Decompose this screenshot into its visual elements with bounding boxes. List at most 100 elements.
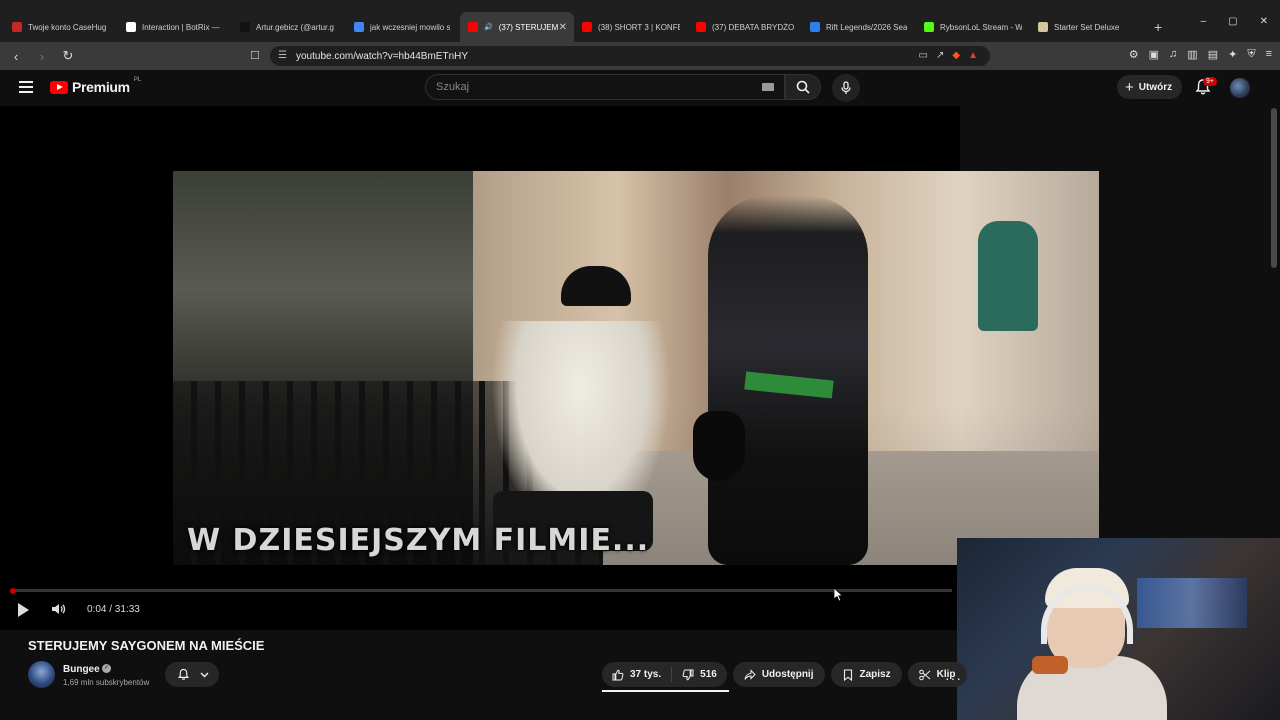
save-label: Zapisz bbox=[859, 669, 891, 680]
youtube-header: Premium PL Szukaj + Utwórz 9+ bbox=[0, 70, 1280, 106]
browser-tab[interactable]: jak wczesniej mowilo s bbox=[346, 12, 460, 42]
browser-tab[interactable]: (38) SHORT 3 | KONFE bbox=[574, 12, 688, 42]
browser-tab[interactable]: RybsonLoL Stream - W bbox=[916, 12, 1030, 42]
tab-favicon-icon bbox=[354, 22, 364, 32]
browser-tabbar: Twoje konto CaseHug Interaction | BotRix … bbox=[0, 0, 1280, 42]
share-button[interactable]: Udostępnij bbox=[732, 662, 825, 687]
site-settings-icon[interactable]: ☰ bbox=[278, 50, 287, 61]
video-subtitle: W DZIESIEJSZYM FILMIE... bbox=[187, 523, 650, 558]
menu-icon[interactable]: ≡ bbox=[1266, 48, 1272, 61]
account-avatar[interactable] bbox=[1230, 78, 1250, 98]
music-icon[interactable]: ♫ bbox=[1169, 48, 1177, 61]
region-code: PL bbox=[133, 77, 142, 83]
browser-tab[interactable]: Artur.gebicz (@artur.g bbox=[232, 12, 346, 42]
subscription-bell-button[interactable] bbox=[165, 662, 219, 687]
progress-bar[interactable] bbox=[12, 589, 952, 592]
browser-tab[interactable]: 🔊 (37) STERUJEM ✕ bbox=[460, 12, 574, 42]
search-input[interactable]: Szukaj bbox=[425, 74, 785, 100]
tab-favicon-icon bbox=[12, 22, 22, 32]
tab-title: (37) DEBATA BRYDŻOW bbox=[712, 22, 794, 32]
microphone-icon bbox=[841, 81, 851, 94]
tab-title: jak wczesniej mowilo s bbox=[370, 22, 451, 32]
vpn-icon[interactable]: ⛨ bbox=[1247, 48, 1255, 61]
tab-title: RybsonLoL Stream - W bbox=[940, 22, 1022, 32]
search-icon bbox=[796, 80, 810, 94]
tab-groups-icon[interactable]: ▣ bbox=[1149, 48, 1159, 61]
address-bar: ‹ › ↻ ☐ ☰ youtube.com/watch?v=hb44BmETnH… bbox=[0, 42, 1280, 70]
channel-avatar[interactable] bbox=[28, 661, 55, 688]
youtube-logo[interactable]: Premium PL bbox=[50, 77, 142, 95]
share-page-icon[interactable]: ↗ bbox=[936, 50, 944, 61]
dislike-count: 516 bbox=[700, 669, 717, 680]
url-field[interactable]: ☰ youtube.com/watch?v=hb44BmETnHY ▭ ↗ ◆ … bbox=[270, 46, 990, 66]
verified-icon: ✓ bbox=[102, 664, 111, 673]
tab-title: Artur.gebicz (@artur.g bbox=[256, 22, 334, 32]
page-scrollbar[interactable] bbox=[1271, 108, 1277, 268]
browser-tab[interactable]: Rift Legends/2026 Sea bbox=[802, 12, 916, 42]
tab-close-icon[interactable]: ✕ bbox=[559, 22, 567, 33]
tab-title: (38) SHORT 3 | KONFE bbox=[598, 22, 680, 32]
wallet-icon[interactable]: ▤ bbox=[1208, 48, 1218, 61]
voice-search-button[interactable] bbox=[832, 74, 860, 102]
browser-tab[interactable]: Twoje konto CaseHug bbox=[4, 12, 118, 42]
share-label: Udostępnij bbox=[761, 669, 814, 680]
reload-icon[interactable]: ↻ bbox=[58, 46, 78, 66]
window-controls: – ▢ ✕ bbox=[1201, 0, 1280, 42]
browser-tab[interactable]: Interaction | BotRix — bbox=[118, 12, 232, 42]
dislike-button[interactable]: 516 bbox=[672, 662, 727, 687]
youtube-play-icon bbox=[50, 80, 68, 94]
url-text: youtube.com/watch?v=hb44BmETnHY bbox=[296, 50, 469, 62]
play-icon[interactable] bbox=[18, 603, 29, 617]
channel-name[interactable]: Bungee bbox=[63, 664, 100, 675]
tab-title: Rift Legends/2026 Sea bbox=[826, 22, 908, 32]
create-label: Utwórz bbox=[1138, 81, 1173, 93]
notifications-badge: 9+ bbox=[1203, 77, 1217, 86]
hamburger-menu-icon[interactable] bbox=[19, 81, 33, 93]
share-icon bbox=[744, 668, 756, 680]
back-icon[interactable]: ‹ bbox=[6, 46, 26, 66]
tab-favicon-icon bbox=[468, 22, 478, 32]
plus-icon: + bbox=[1125, 78, 1134, 96]
mouse-cursor-icon bbox=[834, 588, 844, 602]
extensions-icon[interactable]: ⚙ bbox=[1129, 48, 1139, 61]
tab-favicon-icon bbox=[810, 22, 820, 32]
thumbs-up-icon bbox=[612, 669, 624, 680]
video-frame[interactable]: W DZIESIEJSZYM FILMIE... bbox=[173, 171, 1099, 565]
more-actions-icon[interactable]: ··· bbox=[945, 670, 962, 686]
like-button[interactable]: 37 tys. bbox=[602, 662, 671, 687]
brave-shield-icon[interactable]: ◆ bbox=[952, 50, 960, 61]
volume-icon[interactable] bbox=[50, 601, 66, 617]
sidebar-icon[interactable]: ▥ bbox=[1187, 48, 1197, 61]
search-button[interactable] bbox=[785, 74, 821, 100]
tab-favicon-icon bbox=[924, 22, 934, 32]
bookmark-save-icon bbox=[843, 668, 852, 681]
tab-audio-icon[interactable]: 🔊 bbox=[484, 23, 493, 31]
bell-icon bbox=[178, 668, 189, 680]
minimize-icon[interactable]: – bbox=[1201, 16, 1207, 27]
tab-favicon-icon bbox=[1038, 22, 1048, 32]
video-player[interactable]: W DZIESIEJSZYM FILMIE... 0:04 / 31:33 bbox=[0, 106, 1099, 630]
forward-icon[interactable]: › bbox=[32, 46, 52, 66]
progress-scrubber[interactable] bbox=[10, 588, 16, 594]
tab-favicon-icon bbox=[240, 22, 250, 32]
video-title: STERUJEMY SAYGONEM NA MIEŚCIE bbox=[28, 638, 265, 653]
close-window-icon[interactable]: ✕ bbox=[1260, 16, 1268, 27]
tab-favicon-icon bbox=[582, 22, 592, 32]
cast-icon[interactable]: ▭ bbox=[919, 50, 928, 61]
webcam-overlay bbox=[957, 538, 1280, 720]
thumbs-down-icon bbox=[682, 669, 694, 680]
create-button[interactable]: + Utwórz bbox=[1117, 75, 1183, 99]
new-tab-button[interactable]: + bbox=[1144, 12, 1172, 42]
save-button[interactable]: Zapisz bbox=[830, 662, 902, 687]
leo-icon[interactable]: ✦ bbox=[1228, 48, 1237, 61]
maximize-icon[interactable]: ▢ bbox=[1228, 16, 1237, 27]
browser-tab[interactable]: (37) DEBATA BRYDŻOW bbox=[688, 12, 802, 42]
keyboard-icon[interactable] bbox=[762, 83, 774, 91]
youtube-brand: Premium bbox=[72, 79, 130, 95]
tab-title: Starter Set Deluxe bbox=[1054, 22, 1120, 32]
tab-favicon-icon bbox=[126, 22, 136, 32]
rewards-icon[interactable]: ▲ bbox=[968, 50, 978, 61]
chevron-down-icon bbox=[200, 672, 209, 678]
browser-tab[interactable]: Starter Set Deluxe bbox=[1030, 12, 1144, 42]
bookmark-icon[interactable]: ☐ bbox=[250, 49, 260, 62]
